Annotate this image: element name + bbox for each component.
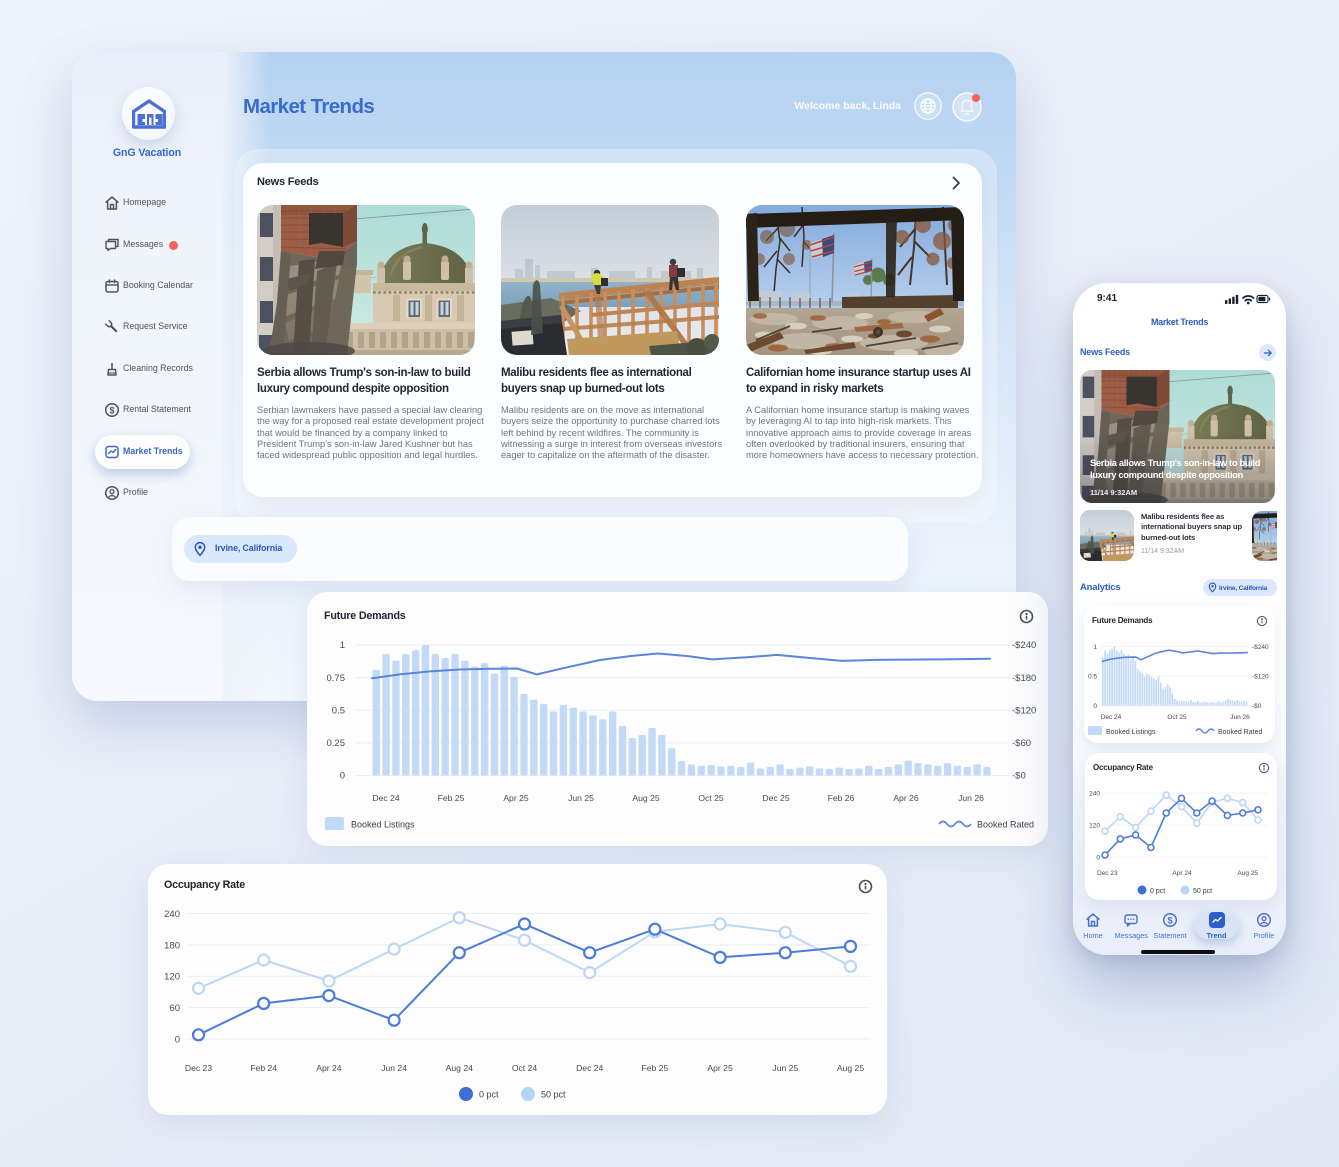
- svg-text:Aug 25: Aug 25: [632, 793, 659, 803]
- svg-text:Booked Rated: Booked Rated: [1218, 729, 1262, 736]
- svg-text:Booked Rated: Booked Rated: [977, 820, 1034, 830]
- svg-text:0: 0: [1093, 703, 1097, 710]
- svg-text:1: 1: [340, 640, 345, 651]
- svg-text:Apr 25: Apr 25: [503, 793, 529, 803]
- svg-text:Aug 25: Aug 25: [837, 1063, 864, 1073]
- svg-text:0: 0: [340, 771, 345, 782]
- svg-text:0 pct: 0 pct: [1150, 888, 1165, 895]
- svg-text:0 pct: 0 pct: [479, 1090, 499, 1100]
- svg-text:-$60: -$60: [1012, 738, 1031, 749]
- svg-text:Oct 25: Oct 25: [698, 793, 724, 803]
- svg-text:-$120: -$120: [1012, 706, 1036, 717]
- svg-text:Booked Listings: Booked Listings: [351, 820, 415, 830]
- svg-text:Dec 24: Dec 24: [372, 793, 399, 803]
- svg-text:0.5: 0.5: [1088, 674, 1097, 681]
- svg-text:0: 0: [175, 1034, 180, 1045]
- svg-text:Feb 25: Feb 25: [438, 793, 465, 803]
- svg-text:Apr 24: Apr 24: [316, 1063, 342, 1073]
- svg-text:0: 0: [1096, 855, 1100, 862]
- svg-text:Apr 24: Apr 24: [1172, 870, 1192, 877]
- svg-text:240: 240: [1089, 791, 1100, 798]
- svg-text:-$0: -$0: [1012, 771, 1026, 782]
- svg-text:Apr 25: Apr 25: [707, 1063, 733, 1073]
- svg-text:Feb 25: Feb 25: [642, 1063, 669, 1073]
- svg-text:Jun 24: Jun 24: [381, 1063, 407, 1073]
- svg-text:Feb 24: Feb 24: [250, 1063, 277, 1073]
- svg-text:Dec 23: Dec 23: [185, 1063, 212, 1073]
- svg-text:Aug 24: Aug 24: [446, 1063, 473, 1073]
- svg-text:0.5: 0.5: [332, 706, 345, 717]
- svg-text:Dec 24: Dec 24: [1101, 714, 1122, 721]
- svg-text:Dec 23: Dec 23: [1097, 870, 1118, 877]
- svg-text:-$0: -$0: [1252, 703, 1262, 710]
- svg-text:50 pct: 50 pct: [541, 1090, 566, 1100]
- svg-text:-$120: -$120: [1252, 674, 1269, 681]
- svg-text:Jun 25: Jun 25: [772, 1063, 798, 1073]
- svg-text:Oct 25: Oct 25: [1167, 714, 1187, 721]
- svg-text:-$240: -$240: [1252, 644, 1269, 651]
- svg-text:Jun 26: Jun 26: [958, 793, 984, 803]
- svg-text:50 pct: 50 pct: [1193, 888, 1212, 895]
- svg-text:0.75: 0.75: [327, 673, 346, 684]
- svg-text:1: 1: [1093, 644, 1097, 651]
- svg-text:Jun 25: Jun 25: [568, 793, 594, 803]
- svg-text:-$180: -$180: [1012, 673, 1036, 684]
- svg-text:Apr 26: Apr 26: [893, 793, 919, 803]
- svg-text:-$240: -$240: [1012, 640, 1036, 651]
- svg-text:Dec 24: Dec 24: [576, 1063, 603, 1073]
- svg-text:Oct 24: Oct 24: [512, 1063, 538, 1073]
- svg-text:240: 240: [164, 909, 180, 920]
- svg-text:Feb 26: Feb 26: [828, 793, 855, 803]
- svg-text:Dec 25: Dec 25: [762, 793, 789, 803]
- svg-text:$: $: [109, 405, 114, 415]
- svg-text:Jun 26: Jun 26: [1230, 714, 1250, 721]
- svg-text:$: $: [1167, 915, 1172, 925]
- svg-text:60: 60: [169, 1003, 180, 1014]
- svg-text:Booked Listings: Booked Listings: [1106, 729, 1156, 736]
- svg-text:180: 180: [164, 940, 180, 951]
- svg-text:120: 120: [1089, 823, 1100, 830]
- svg-text:120: 120: [164, 972, 180, 983]
- svg-text:0.25: 0.25: [327, 738, 346, 749]
- svg-text:Aug 25: Aug 25: [1237, 870, 1258, 877]
